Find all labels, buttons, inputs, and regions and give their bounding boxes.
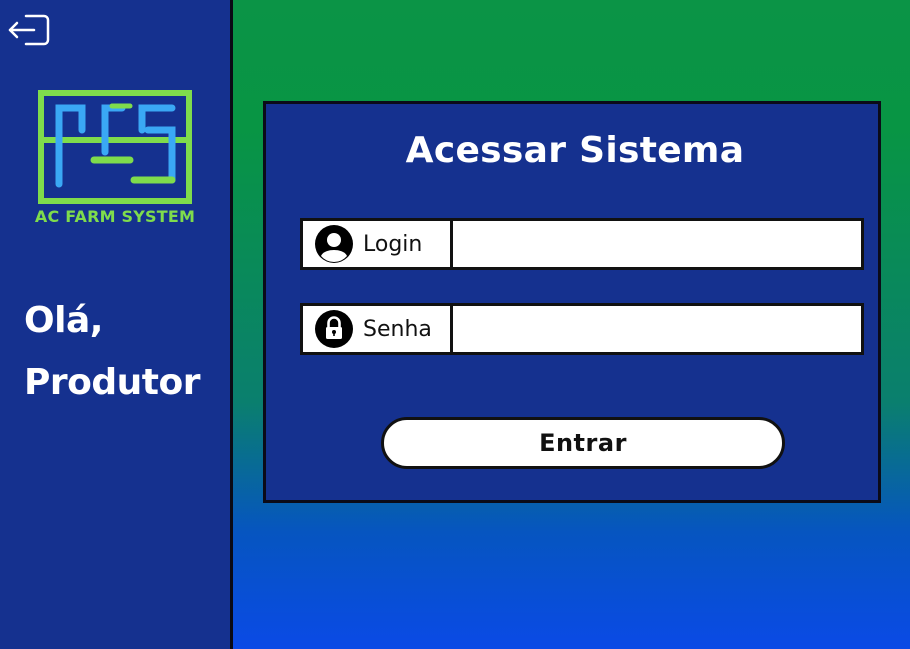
lock-icon <box>315 310 353 348</box>
password-input[interactable] <box>453 306 861 352</box>
ac-farm-logo <box>38 90 192 204</box>
password-label: Senha <box>363 316 432 342</box>
login-field: Login <box>300 218 864 270</box>
panel-title: Acessar Sistema <box>405 130 745 171</box>
password-field: Senha <box>300 303 864 355</box>
user-icon <box>315 225 353 263</box>
greeting-line-1: Olá, <box>24 300 103 341</box>
logout-button[interactable] <box>6 10 52 48</box>
password-field-label: Senha <box>303 306 453 352</box>
login-field-label: Login <box>303 221 453 267</box>
logout-icon <box>8 14 50 46</box>
greeting-line-2: Produtor <box>24 362 200 403</box>
login-panel: Acessar Sistema Login Senha Entrar <box>263 101 881 503</box>
brand-name: AC FARM SYSTEM <box>34 207 196 226</box>
greeting: Olá, Produtor <box>24 290 200 414</box>
sidebar: AC FARM SYSTEM Olá, Produtor <box>0 0 230 649</box>
enter-button[interactable]: Entrar <box>381 417 785 469</box>
login-input[interactable] <box>453 221 861 267</box>
login-label: Login <box>363 231 423 257</box>
